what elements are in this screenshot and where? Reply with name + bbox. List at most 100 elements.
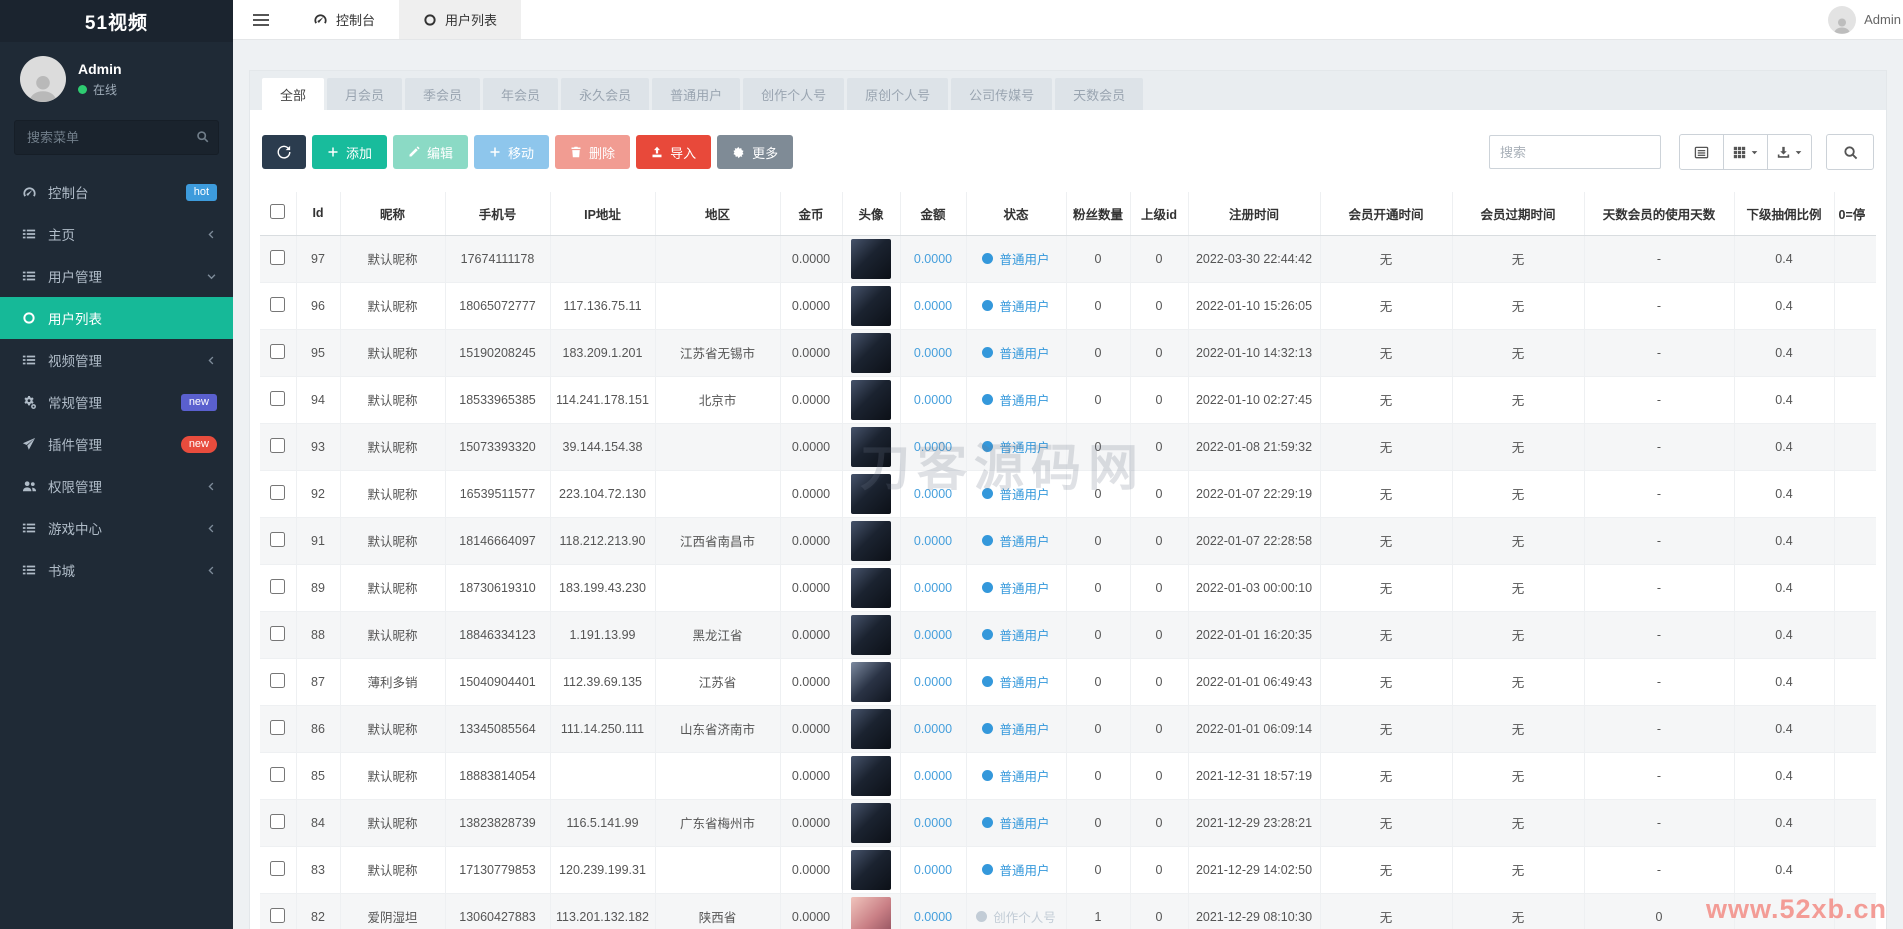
amount-link[interactable]: 0.0000 bbox=[914, 534, 952, 548]
user-avatar[interactable] bbox=[851, 239, 891, 279]
add-button[interactable]: 添加 bbox=[312, 135, 387, 169]
column-header-10: 上级id bbox=[1130, 192, 1188, 235]
sidebar-item-book-city[interactable]: 书城 bbox=[0, 549, 233, 591]
sidebar-toggle-button[interactable] bbox=[233, 0, 289, 39]
cell-amount: 0.0000 bbox=[900, 658, 966, 705]
amount-link[interactable]: 0.0000 bbox=[914, 581, 952, 595]
user-avatar[interactable] bbox=[851, 333, 891, 373]
filter-tab-2[interactable]: 季会员 bbox=[405, 78, 480, 110]
user-avatar[interactable] bbox=[851, 427, 891, 467]
amount-link[interactable]: 0.0000 bbox=[914, 487, 952, 501]
user-avatar[interactable] bbox=[851, 521, 891, 561]
table-row: 82爱阴湿坦13060427883113.201.132.182陕西省0.000… bbox=[260, 893, 1876, 929]
row-checkbox[interactable] bbox=[270, 438, 285, 453]
amount-link[interactable]: 0.0000 bbox=[914, 816, 952, 830]
sidebar-item-user-mgmt[interactable]: 用户管理 bbox=[0, 255, 233, 297]
user-avatar[interactable] bbox=[851, 568, 891, 608]
filter-tab-8[interactable]: 公司传媒号 bbox=[951, 78, 1052, 110]
sidebar-search-input[interactable] bbox=[14, 120, 219, 155]
sidebar-item-console[interactable]: 控制台hot bbox=[0, 171, 233, 213]
checkbox-cell bbox=[260, 846, 296, 893]
user-avatar[interactable] bbox=[851, 380, 891, 420]
filter-tab-9[interactable]: 天数会员 bbox=[1055, 78, 1143, 110]
amount-link[interactable]: 0.0000 bbox=[914, 346, 952, 360]
user-avatar[interactable] bbox=[851, 709, 891, 749]
amount-link[interactable]: 0.0000 bbox=[914, 299, 952, 313]
row-checkbox[interactable] bbox=[270, 250, 285, 265]
sidebar-user-avatar[interactable] bbox=[20, 56, 66, 102]
columns-button[interactable] bbox=[1679, 134, 1724, 170]
row-checkbox[interactable] bbox=[270, 767, 285, 782]
row-checkbox[interactable] bbox=[270, 720, 285, 735]
row-checkbox[interactable] bbox=[270, 673, 285, 688]
edit-button[interactable]: 编辑 bbox=[393, 135, 468, 169]
row-checkbox[interactable] bbox=[270, 391, 285, 406]
sidebar-item-video-mgmt[interactable]: 视频管理 bbox=[0, 339, 233, 381]
refresh-button[interactable] bbox=[262, 135, 306, 169]
row-checkbox[interactable] bbox=[270, 814, 285, 829]
cell-region: 北京市 bbox=[655, 376, 780, 423]
layout-button[interactable] bbox=[1723, 134, 1768, 170]
cell-vip_end: 无 bbox=[1452, 470, 1584, 517]
filter-tab-1[interactable]: 月会员 bbox=[327, 78, 402, 110]
amount-link[interactable]: 0.0000 bbox=[914, 863, 952, 877]
search-button[interactable] bbox=[1826, 134, 1874, 170]
sidebar-item-plugin-mgmt[interactable]: 插件管理new bbox=[0, 423, 233, 465]
amount-link[interactable]: 0.0000 bbox=[914, 722, 952, 736]
topbar-user[interactable]: Admin bbox=[1828, 0, 1903, 39]
amount-link[interactable]: 0.0000 bbox=[914, 440, 952, 454]
user-avatar[interactable] bbox=[851, 615, 891, 655]
topbar-tab-user-list[interactable]: 用户列表 bbox=[399, 0, 521, 39]
filter-tab-0[interactable]: 全部 bbox=[262, 78, 324, 110]
amount-link[interactable]: 0.0000 bbox=[914, 252, 952, 266]
filter-tab-7[interactable]: 原创个人号 bbox=[847, 78, 948, 110]
cell-avatar bbox=[842, 705, 900, 752]
amount-link[interactable]: 0.0000 bbox=[914, 628, 952, 642]
sidebar-item-general-mgmt[interactable]: 常规管理new bbox=[0, 381, 233, 423]
row-checkbox[interactable] bbox=[270, 861, 285, 876]
row-checkbox[interactable] bbox=[270, 297, 285, 312]
sidebar-item-home[interactable]: 主页 bbox=[0, 213, 233, 255]
cogs-icon bbox=[22, 395, 48, 410]
user-avatar[interactable] bbox=[851, 803, 891, 843]
table-row: 92默认昵称16539511577223.104.72.1300.00000.0… bbox=[260, 470, 1876, 517]
cell-parent_id: 0 bbox=[1130, 893, 1188, 929]
row-checkbox[interactable] bbox=[270, 579, 285, 594]
chevron-left-icon bbox=[206, 481, 217, 492]
cell-vip_end: 无 bbox=[1452, 564, 1584, 611]
amount-link[interactable]: 0.0000 bbox=[914, 675, 952, 689]
filter-tab-3[interactable]: 年会员 bbox=[483, 78, 558, 110]
cell-vip_start: 无 bbox=[1320, 470, 1452, 517]
cell-status: 普通用户 bbox=[966, 846, 1066, 893]
user-avatar[interactable] bbox=[851, 850, 891, 890]
filter-tab-5[interactable]: 普通用户 bbox=[652, 78, 740, 110]
amount-link[interactable]: 0.0000 bbox=[914, 393, 952, 407]
user-avatar[interactable] bbox=[851, 286, 891, 326]
amount-link[interactable]: 0.0000 bbox=[914, 910, 952, 924]
table-search-input[interactable] bbox=[1489, 135, 1661, 169]
user-avatar[interactable] bbox=[851, 897, 891, 929]
more-button[interactable]: 更多 bbox=[717, 135, 793, 169]
row-checkbox[interactable] bbox=[270, 908, 285, 923]
export-button[interactable] bbox=[1767, 134, 1812, 170]
user-avatar[interactable] bbox=[851, 756, 891, 796]
row-checkbox[interactable] bbox=[270, 344, 285, 359]
move-button[interactable]: 移动 bbox=[474, 135, 549, 169]
user-avatar[interactable] bbox=[851, 662, 891, 702]
user-avatar[interactable] bbox=[851, 474, 891, 514]
row-checkbox[interactable] bbox=[270, 485, 285, 500]
sidebar-item-perm-mgmt[interactable]: 权限管理 bbox=[0, 465, 233, 507]
delete-button[interactable]: 删除 bbox=[555, 135, 630, 169]
cell-flag bbox=[1834, 329, 1876, 376]
filter-tab-4[interactable]: 永久会员 bbox=[561, 78, 649, 110]
status-dot-icon bbox=[982, 629, 993, 640]
sidebar-item-user-list[interactable]: 用户列表 bbox=[0, 297, 233, 339]
row-checkbox[interactable] bbox=[270, 532, 285, 547]
amount-link[interactable]: 0.0000 bbox=[914, 769, 952, 783]
topbar-tab-console[interactable]: 控制台 bbox=[289, 0, 399, 39]
filter-tab-6[interactable]: 创作个人号 bbox=[743, 78, 844, 110]
row-checkbox[interactable] bbox=[270, 626, 285, 641]
import-button[interactable]: 导入 bbox=[636, 135, 711, 169]
select-all-checkbox[interactable] bbox=[270, 204, 285, 219]
sidebar-item-game-center[interactable]: 游戏中心 bbox=[0, 507, 233, 549]
